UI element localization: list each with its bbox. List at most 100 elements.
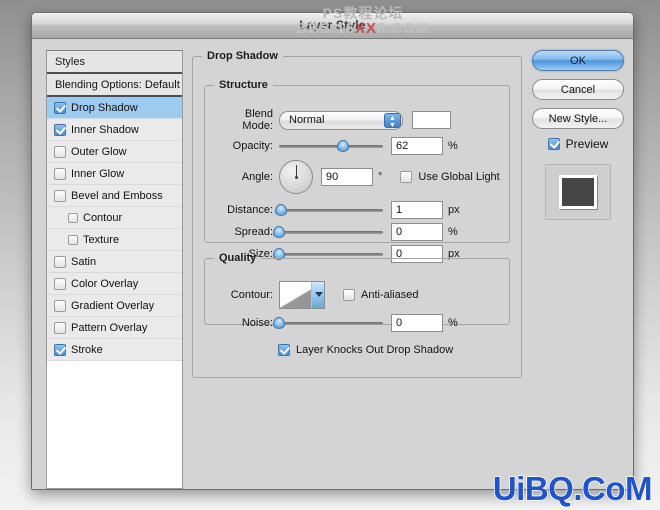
spread-slider-track (279, 231, 383, 234)
blend-mode-row: Blend Mode: Normal ▲ ▼ (213, 108, 451, 132)
distance-slider-track (279, 209, 383, 212)
styles-list-item-label: Texture (83, 233, 120, 246)
style-enable-checkbox[interactable] (54, 145, 66, 158)
cancel-button[interactable]: Cancel (532, 79, 624, 100)
styles-list-panel[interactable]: Styles Blending Options: Default Drop Sh… (46, 50, 183, 489)
anti-aliased-checkbox[interactable] (343, 289, 355, 301)
angle-dial[interactable] (279, 160, 313, 194)
styles-list-item[interactable]: Gradient Overlay (47, 295, 182, 317)
styles-list-item[interactable]: Satin (47, 251, 182, 273)
blending-options-row[interactable]: Blending Options: Default (47, 74, 182, 97)
style-enable-checkbox[interactable] (68, 234, 78, 245)
angle-input[interactable]: 90 (321, 168, 373, 186)
spread-slider[interactable] (273, 224, 383, 240)
preview-row[interactable]: Preview (532, 137, 624, 151)
style-enable-checkbox[interactable] (54, 255, 66, 268)
noise-row: Noise: 0 % (213, 312, 458, 334)
spread-slider-thumb[interactable] (273, 226, 285, 238)
opacity-slider[interactable] (279, 138, 383, 154)
anti-aliased-row[interactable]: Anti-aliased (343, 289, 418, 301)
quality-group: Quality Contour: Anti-aliased Noise: 0 % (204, 252, 510, 332)
distance-unit: px (448, 204, 460, 216)
distance-label: Distance: (227, 204, 273, 216)
style-enable-checkbox[interactable] (54, 277, 66, 290)
shadow-color-swatch[interactable] (412, 111, 451, 129)
use-global-light-label: Use Global Light (418, 171, 500, 183)
layer-knocks-out-label: Layer Knocks Out Drop Shadow (296, 344, 454, 356)
opacity-input[interactable]: 62 (391, 137, 443, 155)
angle-dial-hub (294, 175, 298, 179)
angle-row: Angle: 90 ° Use Global Light (213, 159, 500, 195)
dialog-body: Styles Blending Options: Default Drop Sh… (32, 39, 633, 489)
styles-list-header: Styles (47, 51, 182, 74)
style-enable-checkbox[interactable] (54, 123, 66, 136)
styles-list-item[interactable]: Stroke (47, 339, 182, 361)
styles-list-item[interactable]: Contour (47, 207, 182, 229)
distance-slider-thumb[interactable] (275, 204, 288, 216)
contour-row: Contour: Anti-aliased (213, 280, 418, 310)
use-global-light-checkbox[interactable] (400, 171, 413, 183)
spread-unit: % (448, 226, 458, 238)
style-enable-checkbox[interactable] (54, 167, 66, 180)
styles-list-item-label: Color Overlay (71, 277, 139, 290)
noise-input[interactable]: 0 (391, 314, 443, 332)
styles-list-item-label: Satin (71, 255, 97, 268)
styles-list-item[interactable]: Color Overlay (47, 273, 182, 295)
contour-preset-picker[interactable] (279, 281, 325, 309)
distance-row: Distance: 1 px (213, 199, 460, 221)
chevron-down-icon[interactable] (311, 282, 324, 308)
use-global-light-row[interactable]: Use Global Light (400, 171, 500, 183)
styles-list-item[interactable]: Texture (47, 229, 182, 251)
contour-label: Contour: (230, 289, 273, 301)
style-enable-checkbox[interactable] (54, 101, 66, 114)
noise-label: Noise: (241, 317, 273, 329)
noise-unit: % (448, 317, 458, 329)
styles-list-item[interactable]: Outer Glow (47, 141, 182, 163)
style-enable-checkbox[interactable] (54, 189, 66, 202)
style-enable-checkbox[interactable] (68, 212, 78, 223)
preview-thumbnail (545, 164, 611, 220)
structure-group: Structure Blend Mode: Normal ▲ ▼ Opacity: (204, 79, 510, 263)
styles-list-item-label: Drop Shadow (71, 101, 138, 114)
styles-list-item-label: Gradient Overlay (71, 299, 155, 312)
preview-label: Preview (565, 137, 609, 151)
styles-list-item-label: Bevel and Emboss (71, 189, 163, 202)
dialog-titlebar[interactable]: Layer Style (32, 13, 633, 39)
style-enable-checkbox[interactable] (54, 299, 66, 312)
chevron-updown-icon[interactable]: ▲ ▼ (384, 112, 401, 129)
styles-list-item-label: Outer Glow (71, 145, 127, 158)
styles-list-rows: Drop Shadow Inner Shadow Outer Glow Inner G… (47, 97, 182, 361)
drop-shadow-group-label: Drop Shadow (207, 50, 278, 62)
noise-slider-thumb[interactable] (273, 317, 285, 329)
ok-button[interactable]: OK (532, 50, 624, 71)
preview-checkbox[interactable] (547, 138, 560, 150)
distance-slider[interactable] (275, 202, 383, 218)
styles-list-item[interactable]: Drop Shadow (47, 97, 182, 119)
blend-mode-select[interactable]: Normal ▲ ▼ (279, 110, 403, 130)
dialog-button-column: OK Cancel New Style... Preview (532, 50, 624, 220)
new-style-button[interactable]: New Style... (532, 108, 624, 129)
noise-slider[interactable] (273, 315, 383, 331)
spread-input[interactable]: 0 (391, 223, 443, 241)
opacity-row: Opacity: 62 % (213, 135, 458, 157)
quality-group-label: Quality (219, 252, 257, 264)
styles-list-item-label: Pattern Overlay (71, 321, 148, 334)
opacity-label: Opacity: (232, 140, 273, 152)
layer-knocks-out-row[interactable]: Layer Knocks Out Drop Shadow (278, 344, 453, 356)
opacity-slider-track (279, 145, 383, 148)
distance-input[interactable]: 1 (391, 201, 443, 219)
opacity-slider-thumb[interactable] (337, 140, 350, 152)
styles-list-item-label: Contour (83, 211, 123, 224)
watermark-bottom: UiBQ.CoM (492, 469, 653, 508)
blend-mode-label: Blend Mode: (242, 108, 273, 132)
layer-knocks-out-checkbox[interactable] (278, 344, 290, 356)
styles-list-item-label: Stroke (71, 343, 103, 356)
styles-list-item[interactable]: Inner Glow (47, 163, 182, 185)
style-enable-checkbox[interactable] (54, 321, 66, 334)
styles-list-item[interactable]: Inner Shadow (47, 119, 182, 141)
style-enable-checkbox[interactable] (54, 343, 66, 356)
styles-list-item[interactable]: Pattern Overlay (47, 317, 182, 339)
styles-list-item-label: Inner Shadow (71, 123, 139, 136)
drop-shadow-settings: Drop Shadow Structure Blend Mode: Normal… (192, 50, 522, 489)
styles-list-item[interactable]: Bevel and Emboss (47, 185, 182, 207)
